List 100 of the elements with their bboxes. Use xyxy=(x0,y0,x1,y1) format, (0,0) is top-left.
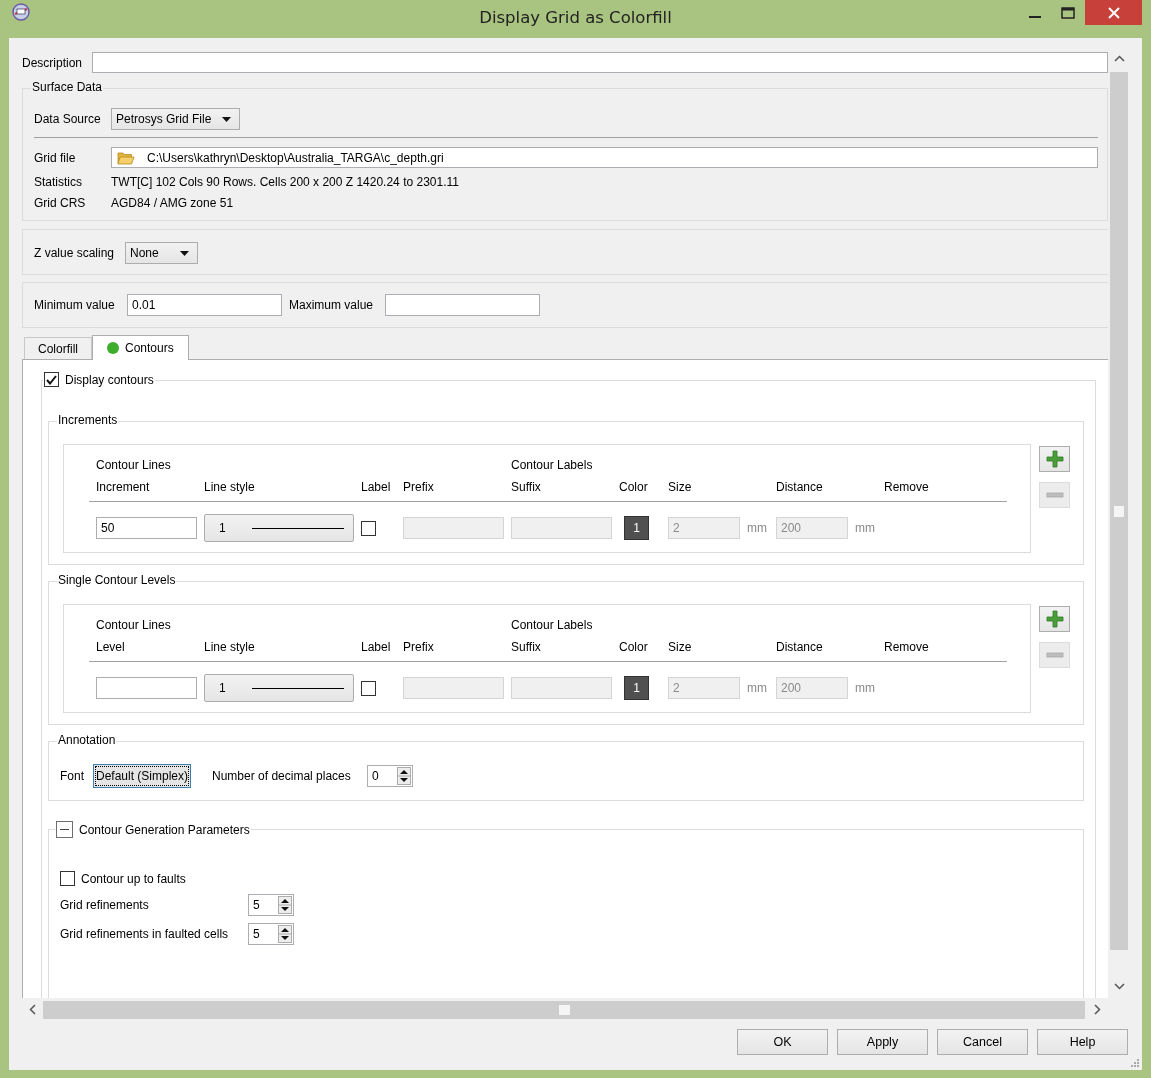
field-label: Description xyxy=(22,55,84,70)
field-label: Minimum value xyxy=(34,298,116,312)
column-header: Distance xyxy=(776,480,824,494)
column-header: Distance xyxy=(776,640,824,654)
field-label: Number of decimal places xyxy=(212,769,352,783)
line-style-button[interactable]: 1 xyxy=(204,514,354,542)
field-label: Grid refinements xyxy=(60,898,150,912)
data-source-dropdown[interactable]: Petrosys Grid File xyxy=(111,108,240,130)
color-swatch[interactable]: 1 xyxy=(624,676,649,700)
collapse-toggle-icon[interactable] xyxy=(56,821,73,838)
spin-arrows-icon xyxy=(397,767,412,785)
column-header: Remove xyxy=(884,480,930,494)
close-button[interactable] xyxy=(1085,0,1142,25)
distance-field: 200 xyxy=(776,517,848,539)
column-header: Increment xyxy=(96,480,151,494)
maximum-value-field[interactable] xyxy=(385,294,540,316)
unit-label: mm xyxy=(747,521,768,535)
checkbox[interactable] xyxy=(44,372,59,387)
description-field[interactable] xyxy=(91,52,1108,73)
scroll-down-icon xyxy=(1114,983,1125,990)
field-label: Maximum value xyxy=(289,298,375,312)
maximize-icon[interactable] xyxy=(1061,7,1075,19)
size-field: 2 xyxy=(668,677,740,699)
checkbox-label: Display contours xyxy=(65,372,154,387)
plus-icon xyxy=(1045,450,1064,468)
field-label: Z value scaling xyxy=(34,246,116,260)
checkbox[interactable] xyxy=(361,680,376,696)
column-header: Size xyxy=(668,480,693,494)
app-icon xyxy=(11,2,31,22)
group-title: Annotation xyxy=(58,733,116,747)
spin-arrows-icon xyxy=(278,925,292,943)
column-group-header: Contour Labels xyxy=(511,618,594,632)
dialog-button[interactable]: Apply xyxy=(837,1029,928,1055)
unit-label: mm xyxy=(855,521,876,535)
checkbox[interactable] xyxy=(60,871,75,886)
group-title: Single Contour Levels xyxy=(58,573,176,587)
scrollbar-thumb[interactable] xyxy=(43,1001,1085,1019)
column-header: Color xyxy=(619,480,649,494)
color-swatch[interactable]: 1 xyxy=(624,516,649,540)
line-style-button[interactable]: 1 xyxy=(204,674,354,702)
checkbox[interactable] xyxy=(361,520,376,536)
column-header: Prefix xyxy=(403,480,435,494)
field-label: Font xyxy=(60,769,85,783)
scrollbar-thumb[interactable] xyxy=(1110,72,1128,950)
spin-box[interactable]: 0 xyxy=(367,765,414,787)
unit-label: mm xyxy=(747,681,768,695)
field-label: Data Source xyxy=(34,112,102,126)
column-header: Size xyxy=(668,640,693,654)
input-field[interactable]: 50 xyxy=(96,517,197,539)
field-label: Statistics xyxy=(34,175,83,189)
z-scaling-dropdown[interactable]: None xyxy=(125,242,198,264)
add-button[interactable] xyxy=(1039,446,1070,472)
column-header: Label xyxy=(361,480,392,494)
column-group-header: Contour Lines xyxy=(96,618,172,632)
column-group-header: Contour Labels xyxy=(511,458,594,472)
statistics-text: TWT[C] 102 Cols 90 Rows. Cells 200 x 200 Z 1420.24 to 2301.11 xyxy=(111,175,459,189)
spin-box[interactable]: 5 xyxy=(248,923,294,945)
dialog-button[interactable]: Help xyxy=(1037,1029,1128,1055)
size-field: 2 xyxy=(668,517,740,539)
column-header: Prefix xyxy=(403,640,435,654)
column-header: Label xyxy=(361,640,392,654)
unit-label: mm xyxy=(855,681,876,695)
column-header: Level xyxy=(96,640,126,654)
tab[interactable]: Contours xyxy=(92,335,189,360)
checkbox-label: Contour up to faults xyxy=(81,871,186,886)
spin-arrows-icon xyxy=(278,896,292,914)
folder-icon xyxy=(117,150,135,165)
window-title: Display Grid as Colorfill xyxy=(479,8,672,27)
plus-icon xyxy=(1045,610,1064,628)
dropdown-arrow-icon xyxy=(222,116,231,122)
resize-grip-icon xyxy=(1130,1058,1140,1068)
field-label: Grid file xyxy=(34,150,77,165)
input-field[interactable] xyxy=(96,677,197,699)
minimum-value-field[interactable]: 0.01 xyxy=(127,294,282,316)
font-button[interactable]: Default (Simplex) xyxy=(93,764,192,788)
distance-field: 200 xyxy=(776,677,848,699)
group-title: Surface Data xyxy=(32,80,103,94)
column-header: Remove xyxy=(884,640,930,654)
column-group-header: Contour Lines xyxy=(96,458,172,472)
scroll-up-icon xyxy=(1114,55,1125,62)
group-title: Contour Generation Parameters xyxy=(79,822,250,837)
tab[interactable]: Colorfill xyxy=(24,337,92,359)
group-title: Increments xyxy=(58,413,118,427)
scroll-left-icon xyxy=(29,1004,36,1015)
field-label: Grid refinements in faulted cells xyxy=(60,927,230,941)
dropdown-arrow-icon xyxy=(180,250,189,256)
crs-text: AGD84 / AMG zone 51 xyxy=(111,196,234,210)
column-header: Suffix xyxy=(511,480,542,494)
column-header: Color xyxy=(619,640,649,654)
add-button[interactable] xyxy=(1039,606,1070,632)
grid-file-field[interactable]: C:\Users\kathryn\Desktop\Australia_TARGA\c_depth.gri xyxy=(111,147,1098,168)
column-header: Suffix xyxy=(511,640,542,654)
dialog-button[interactable]: OK xyxy=(737,1029,828,1055)
scroll-right-icon xyxy=(1094,1004,1101,1015)
dialog-button[interactable]: Cancel xyxy=(937,1029,1028,1055)
spin-box[interactable]: 5 xyxy=(248,894,294,916)
field-label: Grid CRS xyxy=(34,196,87,210)
column-header: Line style xyxy=(204,640,256,654)
column-header: Line style xyxy=(204,480,256,494)
close-icon xyxy=(1107,6,1120,19)
